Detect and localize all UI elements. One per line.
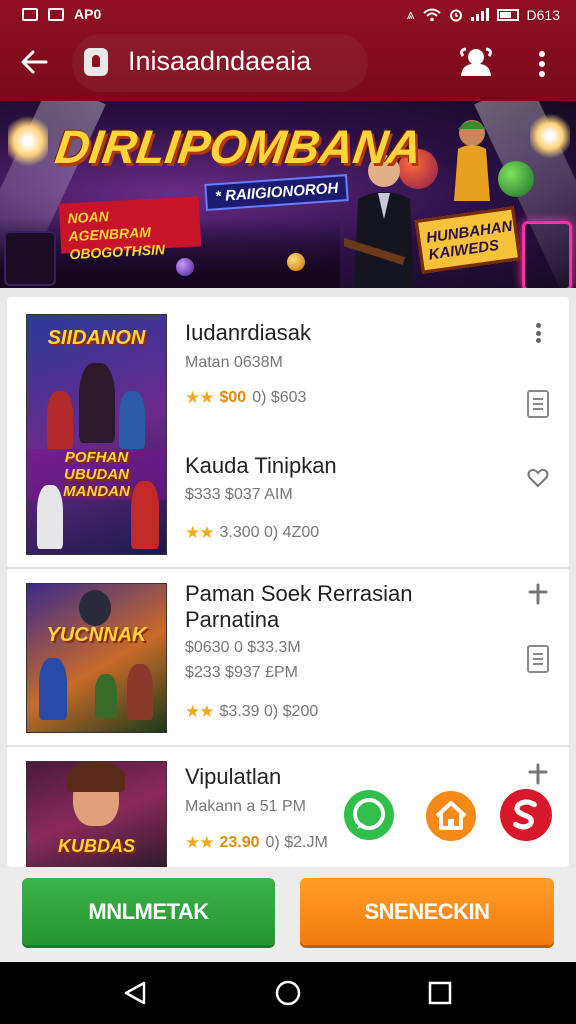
brand-s-icon[interactable] [499,788,553,842]
item-name[interactable]: Iudanrdiasak [185,320,311,346]
item-rating: ★★ 23.90 0) $2.JM [185,833,328,853]
thumbnail-title: SIIDANON [47,327,146,349]
secondary-button[interactable]: SNENECKIN [300,878,554,945]
signal-icon [470,8,489,21]
neon-sign-icon [522,221,572,288]
document-icon[interactable] [527,390,549,418]
character-figure [95,674,117,718]
image-notification-icon [48,7,64,21]
item-name[interactable]: Vipulatlan [185,764,281,790]
character-figure [37,485,63,549]
app-thumbnail[interactable]: KUBDAS [26,761,167,867]
recents-square-icon[interactable] [428,981,452,1005]
action-bar: MNLMETAK SNENECKIN [0,868,576,962]
document-icon[interactable] [527,645,549,673]
list-item[interactable]: KUBDAS Vipulatlan Makann a 51 PM ★★ 23.9… [7,747,569,867]
back-triangle-icon[interactable] [122,980,148,1006]
item-rating: ★★ $00 0) $603 [185,388,306,408]
avatar-icon[interactable] [458,46,494,78]
character-figure [67,762,125,792]
banner-headline: DIRLIPOMBANA [52,120,426,173]
page-title[interactable]: Inisaadndaeaia [128,46,311,77]
neon-light-icon [530,111,570,161]
thumbnail-title: KUBDAS [57,836,135,856]
character-figure [127,664,153,720]
status-left-text: AP0 [74,6,102,22]
notification-icon [22,7,38,21]
meta-text: $3.39 0) $200 [219,703,319,720]
character-figure [119,391,145,449]
item-rating: ★★ $3.39 0) $200 [185,702,318,722]
item-subtitle: Makann a 51 PM [185,798,306,815]
whatsapp-icon[interactable] [343,789,395,841]
pin-icon[interactable] [527,763,549,785]
vibrate-icon: ⩓ [406,6,415,22]
banner-tag-red: NOAN AGENBRAM OBOGOTHSIN [58,196,202,262]
rating-stars: ★★ [185,388,215,407]
item-subtitle-secondary: $233 $937 £PM [185,664,298,681]
item-subtitle: Matan 0638M [185,354,283,371]
item-subtitle: $0630 0 $33.3M [185,639,301,656]
banner-tag-blue: * RAIIGIONOROH [204,174,350,211]
app-thumbnail[interactable]: SIIDANON POFHAN UBUDAN MANDAN [26,314,167,555]
character-figure [79,363,115,443]
item-rating-secondary: ★★ 3.300 0) 4Z00 [185,523,319,543]
character-figure [39,658,67,720]
alarm-icon [449,9,462,21]
thumbnail-title: YUCNNAK [46,624,147,646]
pin-icon[interactable] [527,583,549,605]
list-item[interactable]: YUCNNAK Paman Soek Rerrasian Parnatina $… [7,569,569,747]
system-nav-bar [0,962,576,1024]
ball-icon [176,258,194,276]
back-arrow-icon[interactable] [18,46,50,78]
status-bar: AP0 ⩓ D613 [0,0,576,28]
top-bar: AP0 ⩓ D613 Inisaadndaeaia [0,0,576,101]
neon-light-icon [8,111,48,171]
rating-stars: ★★ [185,833,215,852]
lock-icon [84,48,108,76]
item-name-secondary[interactable]: Kauda Tinipkan [185,453,337,479]
home-icon[interactable] [425,790,477,842]
price-highlight: 23.90 [219,834,260,851]
character-figure [47,391,73,449]
meta-text: 0) $2.JM [265,834,328,851]
promo-banner[interactable]: DIRLIPOMBANA NOAN AGENBRAM OBOGOTHSIN * … [0,101,576,288]
rating-stars: ★★ [185,523,215,542]
price-highlight: $00 [219,389,247,406]
heart-icon[interactable] [527,467,549,489]
item-name[interactable]: Paman Soek Rerrasian Parnatina [185,581,412,633]
app-bar: Inisaadndaeaia [0,30,576,94]
battery-icon [496,8,519,21]
item-subtitle-secondary: $333 $037 AIM [185,486,293,503]
meta-text: 3.300 0) 4Z00 [219,524,320,541]
primary-button[interactable]: MNLMETAK [22,878,275,945]
wifi-icon [422,8,441,21]
app-list: SIIDANON POFHAN UBUDAN MANDAN Iudanrdias… [7,297,569,867]
character-figure [131,481,159,549]
status-right-text: D613 [526,6,560,23]
list-item[interactable]: SIIDANON POFHAN UBUDAN MANDAN Iudanrdias… [7,297,569,569]
ball-icon [287,253,305,271]
character-figure [79,590,111,626]
banner-tag-yellow: HUNBAHAN KAIWEDS [414,206,522,274]
more-vert-icon[interactable] [534,48,550,80]
boy-character [454,120,490,201]
home-circle-icon[interactable] [274,979,302,1007]
speaker-icon [4,231,56,286]
meta-text: 0) $603 [252,389,307,406]
more-vert-icon[interactable] [527,321,549,345]
rating-stars: ★★ [185,702,215,721]
app-thumbnail[interactable]: YUCNNAK [26,583,167,733]
